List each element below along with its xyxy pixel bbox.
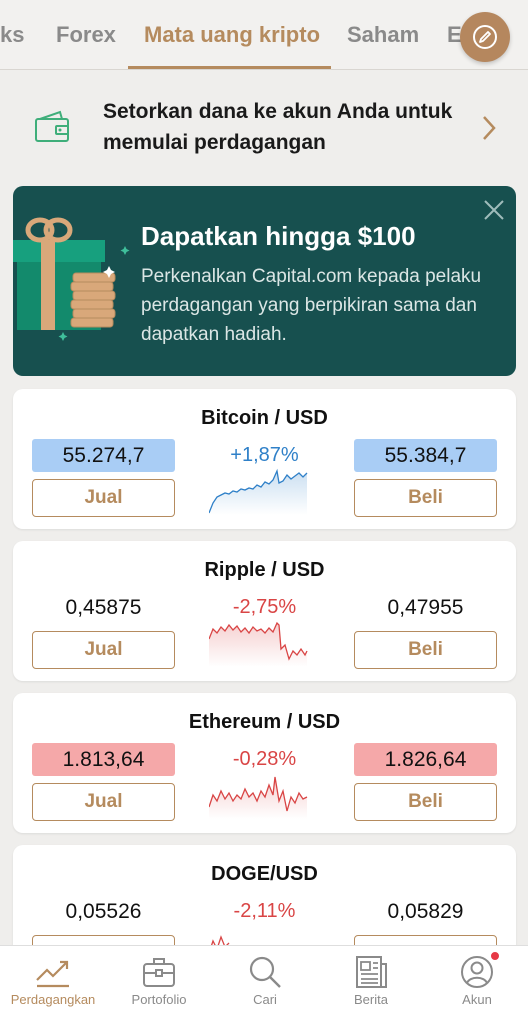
nav-news[interactable]: Berita bbox=[318, 946, 424, 1024]
wallet-icon bbox=[35, 110, 69, 142]
briefcase-icon bbox=[143, 958, 175, 987]
buy-button[interactable]: Beli bbox=[354, 631, 497, 669]
market-card-ethereum[interactable]: Ethereum / USD 1.813,64 -0,28% 1.826,64 … bbox=[13, 693, 516, 833]
sparkline-chart bbox=[209, 776, 308, 819]
tab-forex[interactable]: Forex bbox=[56, 22, 116, 48]
buy-button[interactable]: Beli bbox=[354, 479, 497, 517]
deposit-text: Setorkan dana ke akun Anda untuk memulai… bbox=[103, 100, 453, 154]
promo-title: Dapatkan hingga $100 bbox=[141, 221, 416, 251]
price-change: -2,11% bbox=[233, 900, 296, 922]
sell-button[interactable]: Jual bbox=[32, 631, 175, 669]
nav-label: Berita bbox=[354, 992, 388, 1007]
notification-dot bbox=[490, 951, 500, 961]
nav-label: Akun bbox=[462, 992, 492, 1007]
nav-label: Perdagangkan bbox=[10, 992, 96, 1007]
sell-price: 0,05526 bbox=[65, 900, 142, 923]
nav-label: Cari bbox=[253, 992, 277, 1007]
close-icon[interactable] bbox=[482, 198, 506, 222]
nav-portfolio[interactable]: Portofolio bbox=[106, 946, 212, 1024]
price-change: -0,28% bbox=[232, 748, 297, 770]
price-change: -2,75% bbox=[232, 596, 297, 618]
buy-price: 0,47955 bbox=[387, 596, 464, 619]
trade-chart-icon bbox=[36, 960, 69, 988]
buy-price: 55.384,7 bbox=[354, 439, 497, 472]
market-card-ripple[interactable]: Ripple / USD 0,45875 -2,75% 0,47955 Jual… bbox=[13, 541, 516, 681]
search-icon bbox=[249, 956, 281, 988]
sell-price: 0,45875 bbox=[65, 596, 142, 619]
market-name: Bitcoin / USD bbox=[201, 407, 328, 429]
pencil-icon bbox=[473, 25, 497, 49]
sell-button[interactable]: Jual bbox=[32, 783, 175, 821]
sparkline-chart bbox=[209, 468, 308, 515]
sell-price: 1.813,64 bbox=[32, 743, 175, 776]
market-name: Ripple / USD bbox=[204, 559, 325, 581]
nav-label: Portofolio bbox=[131, 992, 187, 1007]
sparkline-chart bbox=[209, 621, 308, 667]
sell-price: 55.274,7 bbox=[32, 439, 175, 472]
nav-trade[interactable]: Perdagangkan bbox=[0, 946, 106, 1024]
chevron-right-icon bbox=[483, 116, 496, 140]
account-icon bbox=[461, 956, 493, 988]
promo-banner[interactable]: Dapatkan hingga $100 Perkenalkan Capital… bbox=[13, 186, 516, 376]
deposit-banner[interactable]: Setorkan dana ke akun Anda untuk memulai… bbox=[0, 80, 528, 170]
market-name: DOGE/USD bbox=[211, 863, 318, 885]
tab-stocks[interactable]: Saham bbox=[347, 22, 419, 48]
active-tab-indicator bbox=[128, 66, 331, 69]
gift-coins-illustration bbox=[13, 217, 130, 341]
market-tabs: ks Forex Mata uang kripto Saham E bbox=[0, 0, 528, 70]
nav-search[interactable]: Cari bbox=[212, 946, 318, 1024]
buy-button[interactable]: Beli bbox=[354, 783, 497, 821]
bottom-navigation: Perdagangkan Portofolio Cari Berita Akun bbox=[0, 945, 528, 1024]
buy-price: 0,05829 bbox=[387, 900, 464, 923]
market-card-bitcoin[interactable]: Bitcoin / USD 55.274,7 +1,87% 55.384,7 J… bbox=[13, 389, 516, 529]
buy-price: 1.826,64 bbox=[354, 743, 497, 776]
tab-crypto[interactable]: Mata uang kripto bbox=[144, 22, 320, 48]
price-change: +1,87% bbox=[230, 444, 299, 466]
tab-indices[interactable]: ks bbox=[0, 22, 24, 48]
sell-button[interactable]: Jual bbox=[32, 479, 175, 517]
market-name: Ethereum / USD bbox=[188, 711, 341, 733]
nav-account[interactable]: Akun bbox=[424, 946, 528, 1024]
newspaper-icon bbox=[356, 956, 387, 988]
edit-button[interactable] bbox=[460, 12, 510, 62]
promo-text: Perkenalkan Capital.com kepada pelaku pe… bbox=[141, 266, 482, 345]
